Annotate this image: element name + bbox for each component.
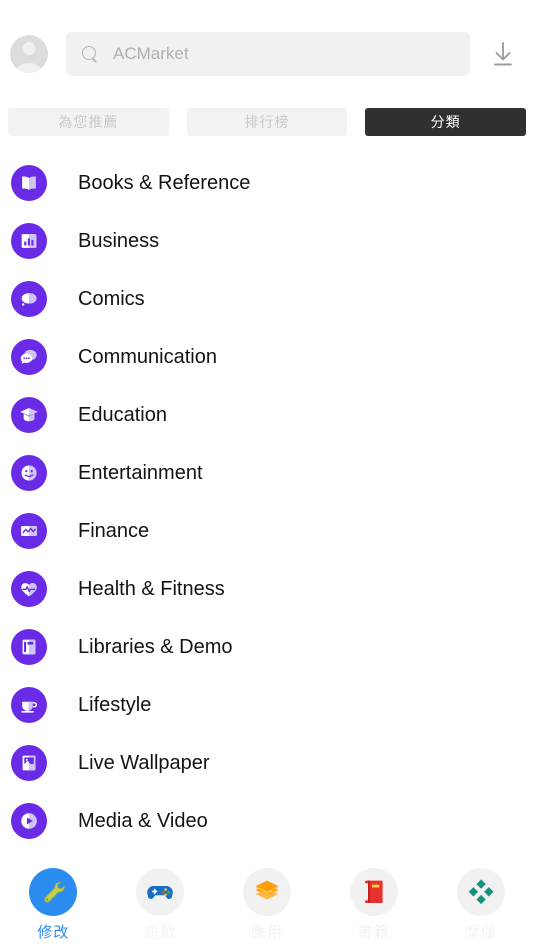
- list-item-label: Live Wallpaper: [78, 751, 210, 774]
- tab-ranking[interactable]: 排行榜: [186, 108, 348, 136]
- nav-item-mods[interactable]: 修改: [0, 868, 107, 942]
- tab-recommended[interactable]: 為您推薦: [8, 108, 169, 136]
- nav-item-label: 修改: [37, 924, 70, 941]
- list-item[interactable]: Lifestyle: [0, 676, 534, 734]
- nav-item-games[interactable]: 遊戲: [107, 868, 214, 942]
- tab-bar: 為您推薦 排行榜 分類: [0, 108, 534, 136]
- list-item[interactable]: Communication: [0, 328, 534, 386]
- nav-item-moga[interactable]: 摩伽: [427, 868, 534, 942]
- search-bar[interactable]: [66, 32, 470, 76]
- search-input[interactable]: [113, 44, 454, 64]
- diamonds-icon: [456, 868, 505, 916]
- wrench-icon: [29, 868, 78, 916]
- coffee-cup-icon: [11, 687, 47, 723]
- picture-frame-icon: [11, 745, 47, 781]
- list-item-label: Libraries & Demo: [78, 635, 233, 658]
- list-item-label: Health & Fitness: [78, 577, 225, 600]
- book-closed-icon: [11, 629, 47, 665]
- list-item[interactable]: Entertainment: [0, 444, 534, 502]
- list-item-label: Communication: [78, 345, 217, 368]
- list-item[interactable]: Education: [0, 386, 534, 444]
- list-item-label: Books & Reference: [78, 171, 251, 194]
- list-item[interactable]: Books & Reference: [0, 154, 534, 212]
- layers-icon: [242, 868, 291, 916]
- list-item[interactable]: Business: [0, 212, 534, 270]
- list-item[interactable]: Health & Fitness: [0, 560, 534, 618]
- nav-item-apps[interactable]: 應用: [214, 868, 321, 942]
- book-icon: [349, 868, 398, 916]
- avatar-head: [22, 42, 36, 55]
- nav-item-label: 摩伽: [464, 924, 497, 941]
- play-circle-icon: [11, 803, 47, 839]
- list-item-label: Finance: [78, 519, 150, 542]
- nav-item-label: 應用: [250, 924, 283, 941]
- list-item[interactable]: Libraries & Demo: [0, 618, 534, 676]
- nav-item-label: 書籍: [357, 924, 390, 941]
- gamepad-icon: [136, 868, 185, 916]
- tab-recommended-label: 為您推薦: [58, 114, 119, 130]
- tab-ranking-label: 排行榜: [244, 114, 290, 130]
- list-item-label: Media & Video: [78, 809, 208, 832]
- list-item[interactable]: Media & Video: [0, 792, 534, 850]
- tab-categories-label: 分類: [430, 114, 461, 130]
- bottom-navigation: 修改 遊戲 應用 書籍 摩伽: [0, 860, 534, 949]
- list-item[interactable]: Live Wallpaper: [0, 734, 534, 792]
- book-open-icon: [11, 165, 47, 201]
- graduation-cap-icon: [11, 397, 47, 433]
- list-item-label: Comics: [78, 287, 145, 310]
- search-icon: [82, 45, 99, 63]
- tab-categories[interactable]: 分類: [365, 108, 527, 136]
- bar-chart-icon: [11, 223, 47, 259]
- smiley-face-icon: [11, 455, 47, 491]
- list-item-label: Education: [78, 403, 167, 426]
- app-screen: 為您推薦 排行榜 分類 Books & Reference: [0, 0, 534, 949]
- nav-item-books[interactable]: 書籍: [320, 868, 427, 942]
- download-icon[interactable]: [486, 37, 520, 71]
- list-item[interactable]: Comics: [0, 270, 534, 328]
- list-item[interactable]: Finance: [0, 502, 534, 560]
- chat-bubbles-icon: [11, 339, 47, 375]
- speech-bubble-icon: [11, 281, 47, 317]
- avatar-body: [16, 63, 42, 73]
- list-item-label: Entertainment: [78, 461, 203, 484]
- top-header: [0, 0, 534, 108]
- nav-item-label: 遊戲: [144, 924, 177, 941]
- avatar[interactable]: [10, 35, 48, 73]
- category-list: Books & Reference Business Comics Commun…: [0, 150, 534, 860]
- line-graph-icon: [11, 513, 47, 549]
- list-item-label: Lifestyle: [78, 693, 152, 716]
- heart-pulse-icon: [11, 571, 47, 607]
- list-item-label: Business: [78, 229, 160, 252]
